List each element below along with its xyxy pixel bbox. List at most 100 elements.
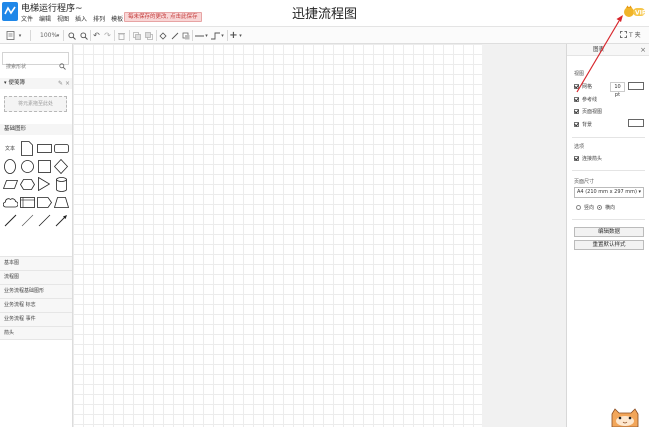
portrait-label: 竖向 <box>584 205 595 211</box>
landscape-radio-dot <box>597 205 602 210</box>
library-arrows[interactable]: 箭头 <box>0 326 72 340</box>
grid-label: 网格 <box>582 84 593 90</box>
format-panel: 图表 × 视图 网格 10 pt 参考线 页面视图 背景 选项 连接箭头 页面尺… <box>566 44 649 427</box>
insert-dropdown-icon[interactable]: ▾ <box>238 30 243 41</box>
toolbar: ▾ 100% ▾ ↶ ↷ ▾ ▾ + ▾ T 夹 <box>0 27 649 44</box>
library-bpmn-general[interactable]: 业务流程基础图形 <box>0 284 72 298</box>
shape-parallelogram[interactable] <box>2 176 18 192</box>
paper-size-section-title: 页面尺寸 <box>574 179 595 185</box>
to-back-icon[interactable] <box>144 30 153 41</box>
shape-arrow[interactable] <box>53 212 69 228</box>
shape-thin-line[interactable] <box>19 212 35 228</box>
shape-circle[interactable] <box>19 158 35 174</box>
grid-checkbox[interactable]: 网格 <box>574 83 592 90</box>
close-icon[interactable]: × <box>640 44 646 56</box>
scratchpad-drop-zone[interactable]: 将元素拖至此处 <box>4 96 67 112</box>
shape-rectangle[interactable] <box>36 140 52 156</box>
guides-label: 参考线 <box>582 97 598 103</box>
paper-size-select[interactable]: A4 (210 mm x 297 mm) ▾ <box>574 187 644 198</box>
waypoint-dropdown-icon[interactable]: ▾ <box>220 30 225 41</box>
background-checkbox[interactable]: 背景 <box>574 121 592 128</box>
shape-internal-storage[interactable] <box>19 194 35 210</box>
library-basic[interactable]: 基本图 <box>0 256 72 270</box>
page-format-icon[interactable] <box>4 30 16 41</box>
format-panel-toggle[interactable]: T 夹 <box>620 30 641 39</box>
background-check-box <box>574 122 579 127</box>
background-color-swatch[interactable] <box>628 119 644 127</box>
library-bpmn-markers[interactable]: 业务流程 标志 <box>0 298 72 312</box>
chevron-down-icon: ▾ <box>638 189 641 195</box>
redo-icon[interactable]: ↷ <box>103 30 112 41</box>
shape-ellipse[interactable] <box>2 158 18 174</box>
options-section-title: 选项 <box>574 144 585 150</box>
shape-diamond[interactable] <box>53 158 69 174</box>
app-header: 电梯运行程序~ 文件 编辑 视图 插入 排列 模板 帮助 每未保存的更改, 点击… <box>0 0 649 27</box>
shape-triangle[interactable] <box>36 176 52 192</box>
waypoint-icon[interactable] <box>210 30 220 41</box>
fill-color-icon[interactable] <box>158 30 167 41</box>
guides-checkbox[interactable]: 参考线 <box>574 96 597 103</box>
shape-sidebar: ▾便笺簿 ✎ × 将元素拖至此处 基础图形 文本 <box>0 44 73 427</box>
line-color-icon[interactable] <box>170 30 179 41</box>
portrait-radio[interactable]: 竖向 <box>576 204 594 211</box>
scratchpad-title: 便笺簿 <box>8 80 26 86</box>
search-icon[interactable] <box>59 55 66 74</box>
shape-text[interactable]: 文本 <box>2 140 18 156</box>
line-style-dropdown-icon[interactable]: ▾ <box>204 30 209 41</box>
delete-icon[interactable] <box>117 30 126 41</box>
shape-step[interactable] <box>36 194 52 210</box>
landscape-radio[interactable]: 横向 <box>597 204 615 211</box>
connection-arrows-label: 连接箭头 <box>582 156 603 162</box>
view-section-title: 视图 <box>574 71 585 77</box>
app-title: 迅捷流程图 <box>291 7 357 22</box>
edit-pencil-icon[interactable]: ✎ <box>58 78 63 89</box>
shadow-icon[interactable] <box>181 30 190 41</box>
mascot-cat-icon[interactable] <box>608 408 642 427</box>
scratchpad-header[interactable]: ▾ 便笺簿 ✎ × <box>0 78 72 89</box>
page-view-checkbox[interactable]: 页面视图 <box>574 108 602 115</box>
grid-check-box <box>574 84 579 89</box>
guides-check-box <box>574 97 579 102</box>
collapse-arrow-icon: ▾ <box>4 80 7 86</box>
portrait-radio-dot <box>576 205 581 210</box>
background-label: 背景 <box>582 122 593 128</box>
shape-search-input[interactable] <box>3 61 57 73</box>
shape-trapezoid[interactable] <box>53 194 69 210</box>
vip-crown-icon[interactable]: VIP <box>622 3 647 17</box>
zoom-in-icon[interactable] <box>67 30 76 41</box>
shape-line[interactable] <box>2 212 18 228</box>
svg-text:VIP: VIP <box>635 10 646 17</box>
undo-icon[interactable]: ↶ <box>92 30 101 41</box>
connection-arrows-check-box <box>574 156 579 161</box>
paper-size-value: A4 (210 mm x 297 mm) <box>577 189 637 195</box>
basic-shapes-header[interactable]: 基础图形 <box>0 124 72 135</box>
edit-data-button[interactable]: 编辑数据 <box>574 227 644 237</box>
tab-diagram[interactable]: 图表 × <box>567 44 649 56</box>
close-icon[interactable]: × <box>65 78 70 89</box>
page-view-label: 页面视图 <box>582 109 603 115</box>
fullscreen-icon <box>620 31 627 38</box>
shape-connector[interactable] <box>36 212 52 228</box>
shape-cloud[interactable] <box>2 194 18 210</box>
page-format-dropdown-icon[interactable]: ▾ <box>17 30 23 41</box>
canvas-background[interactable] <box>482 44 566 427</box>
zoom-out-icon[interactable] <box>79 30 88 41</box>
to-front-icon[interactable] <box>132 30 141 41</box>
shape-cylinder[interactable] <box>53 176 69 192</box>
line-style-icon[interactable] <box>194 30 204 41</box>
insert-plus-icon[interactable]: + <box>229 30 238 41</box>
diagram-canvas[interactable] <box>73 44 482 427</box>
zoom-dropdown-icon[interactable]: ▾ <box>55 30 61 41</box>
library-bpmn-events[interactable]: 业务流程 事件 <box>0 312 72 326</box>
connection-arrows-checkbox[interactable]: 连接箭头 <box>574 155 602 162</box>
reset-style-button[interactable]: 重置默认样式 <box>574 240 644 250</box>
grid-size-input[interactable]: 10 pt <box>610 82 625 98</box>
shape-document[interactable] <box>19 140 35 156</box>
grid-color-swatch[interactable] <box>628 82 644 90</box>
basic-shapes-title: 基础图形 <box>4 126 27 132</box>
library-flowchart[interactable]: 流程图 <box>0 270 72 284</box>
shape-hexagon[interactable] <box>19 176 35 192</box>
shape-square[interactable] <box>36 158 52 174</box>
panel-toggle-label: T 夹 <box>629 32 641 39</box>
shape-rounded-rectangle[interactable] <box>53 140 69 156</box>
